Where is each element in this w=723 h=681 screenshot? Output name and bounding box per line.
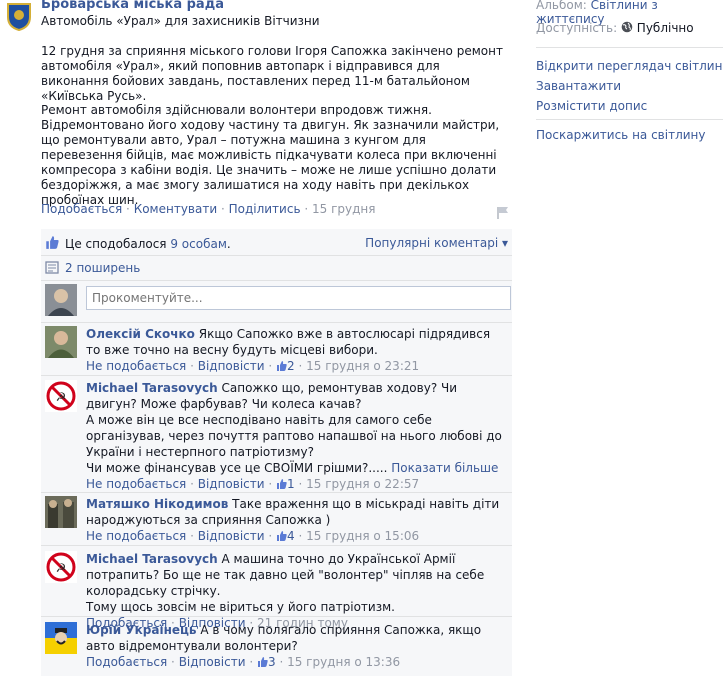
comment-time[interactable]: 15 грудня о 13:36 <box>287 655 400 669</box>
commenter-avatar[interactable] <box>45 622 77 654</box>
comment-meta: Не подобається · Відповісти · 1 · 15 гру… <box>86 477 420 491</box>
post-photo-link[interactable]: Розмістити допис <box>536 99 647 113</box>
thumbs-up-icon <box>277 361 287 371</box>
show-more-link[interactable]: Показати більше <box>391 461 498 475</box>
comment-author-link[interactable]: Юрій Українець <box>86 623 196 637</box>
report-flag-icon[interactable] <box>495 206 511 220</box>
comment-reply-link[interactable]: Відповісти <box>198 477 265 491</box>
comment-like-count[interactable]: 1 <box>287 477 295 491</box>
comment-like-link[interactable]: Не подобається <box>86 477 186 491</box>
ufi-panel: Це сподобалося 9 особам. Популярні комен… <box>41 229 512 676</box>
divider <box>41 322 512 323</box>
divider <box>41 375 512 376</box>
comment-author-link[interactable]: Michael Tarasovych <box>86 381 218 395</box>
comment-sort-dropdown[interactable]: Популярні коментарі ▾ <box>365 236 508 250</box>
comment-input[interactable] <box>86 286 511 310</box>
comment-author-link[interactable]: Олексій Скочко <box>86 327 195 341</box>
comment-time[interactable]: 15 грудня о 15:06 <box>306 529 419 543</box>
globe-icon <box>621 21 633 33</box>
comment-like-link[interactable]: Не подобається <box>86 359 186 373</box>
share-link[interactable]: Поділитись <box>229 202 301 216</box>
album-title: Автомобіль «Урал» для захисників Вітчизн… <box>41 14 320 28</box>
like-link[interactable]: Подобається <box>41 202 122 216</box>
divider <box>41 616 512 617</box>
open-photo-viewer-link[interactable]: Відкрити переглядач світлин <box>536 59 722 73</box>
anti-communism-avatar-icon[interactable]: ☭ <box>45 380 77 412</box>
shares-link[interactable]: 2 поширень <box>65 261 140 275</box>
comment-meta: Не подобається · Відповісти · 4 · 15 гру… <box>86 529 420 543</box>
divider <box>41 255 512 256</box>
comment-like-link[interactable]: Подобається <box>86 655 167 669</box>
divider <box>41 280 512 281</box>
comment-time[interactable]: 15 грудня о 23:21 <box>306 359 419 373</box>
comment-reply-link[interactable]: Відповісти <box>179 655 246 669</box>
comment-meta: Подобається · Відповісти · 3 · 15 грудня… <box>86 655 401 669</box>
comment-meta: Не подобається · Відповісти · 2 · 15 гру… <box>86 359 420 373</box>
post-column: Броварська міська рада Автомобіль «Урал»… <box>0 0 520 681</box>
comment-like-count[interactable]: 2 <box>287 359 295 373</box>
likers-link[interactable]: 9 особам <box>170 237 227 251</box>
comment-reply-link[interactable]: Відповісти <box>198 359 265 373</box>
comment-author-link[interactable]: Michael Tarasovych <box>86 552 218 566</box>
download-link[interactable]: Завантажити <box>536 79 621 93</box>
divider <box>536 47 723 48</box>
comment-time[interactable]: 15 грудня о 22:57 <box>306 477 419 491</box>
page-name-link[interactable]: Броварська міська рада <box>41 0 224 12</box>
post-paragraph-1: 12 грудня за сприяння міського голови Іг… <box>41 44 503 103</box>
thumbs-up-icon <box>257 657 268 667</box>
thumbs-up-icon <box>277 479 287 489</box>
share-icon <box>45 261 59 274</box>
comment-like-count[interactable]: 4 <box>287 529 295 543</box>
anti-communism-avatar-icon[interactable]: ☭ <box>45 551 77 583</box>
post-date[interactable]: 15 грудня <box>312 202 375 216</box>
comment-reply-link[interactable]: Відповісти <box>198 529 265 543</box>
comment-like-link[interactable]: Не подобається <box>86 529 186 543</box>
divider <box>41 545 512 546</box>
privacy-value[interactable]: Публічно <box>637 21 694 35</box>
photo-sidebar: Альбом: Світлини з життєпису Доступність… <box>536 0 723 681</box>
svg-text:☭: ☭ <box>56 561 67 575</box>
report-photo-link[interactable]: Поскаржитись на світлину <box>536 128 706 142</box>
commenter-avatar[interactable] <box>45 496 77 528</box>
shares-summary: 2 поширень <box>45 261 140 275</box>
current-user-avatar <box>45 284 77 316</box>
likes-summary: Це сподобалося 9 особам. <box>45 236 231 251</box>
post-actions: Подобається · Коментувати · Поділитись ·… <box>41 202 376 216</box>
comment-link[interactable]: Коментувати <box>134 202 217 216</box>
commenter-avatar[interactable] <box>45 326 77 358</box>
comment-like-count[interactable]: 3 <box>268 655 276 669</box>
thumbs-up-icon <box>277 531 287 541</box>
post-paragraph-2: Ремонт автомобіля здійснювали волонтери … <box>41 103 500 207</box>
divider <box>536 119 723 120</box>
privacy-row: Доступність: Публічно <box>536 21 694 35</box>
divider <box>41 492 512 493</box>
page-coat-of-arms-icon[interactable] <box>4 1 34 31</box>
svg-text:☭: ☭ <box>56 390 67 404</box>
comment-author-link[interactable]: Матяшко Нікодимов <box>86 497 228 511</box>
thumbs-up-icon <box>46 236 59 249</box>
